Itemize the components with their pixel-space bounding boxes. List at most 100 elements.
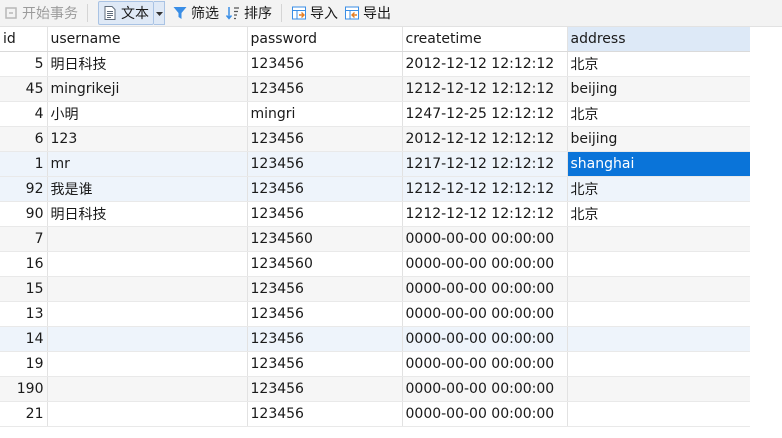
cell-address[interactable]: 北京 — [567, 101, 751, 127]
cell-address[interactable]: beijing — [567, 76, 751, 102]
cell-id[interactable]: 4 — [0, 101, 48, 127]
cell-address[interactable] — [567, 226, 751, 252]
cell-address[interactable] — [567, 326, 751, 352]
cell-address[interactable] — [567, 301, 751, 327]
cell-id[interactable]: 13 — [0, 301, 48, 327]
cell-password[interactable]: 123456 — [247, 151, 403, 177]
cell-address[interactable] — [567, 276, 751, 302]
export-button[interactable]: 导出 — [341, 1, 394, 25]
begin-transaction-button[interactable]: 开始事务 — [0, 1, 81, 25]
cell-password[interactable]: 123456 — [247, 76, 403, 102]
table-row[interactable]: 13 123456 0000-00-00 00:00:00 — [0, 301, 751, 327]
cell-password[interactable]: 123456 — [247, 376, 403, 402]
cell-password[interactable]: 123456 — [247, 301, 403, 327]
cell-username[interactable] — [47, 301, 248, 327]
column-header-username[interactable]: username — [47, 27, 248, 52]
cell-address[interactable] — [567, 251, 751, 277]
table-row[interactable]: 16 1234560 0000-00-00 00:00:00 — [0, 251, 751, 277]
table-row[interactable]: 90 明日科技 123456 1212-12-12 12:12:12 北京 — [0, 201, 751, 227]
cell-id[interactable]: 90 — [0, 201, 48, 227]
cell-password[interactable]: 123456 — [247, 126, 403, 152]
cell-username[interactable] — [47, 376, 248, 402]
cell-createtime[interactable]: 1212-12-12 12:12:12 — [402, 201, 568, 227]
cell-id[interactable]: 19 — [0, 351, 48, 377]
cell-username[interactable] — [47, 326, 248, 352]
cell-username[interactable] — [47, 401, 248, 427]
table-row[interactable]: 92 我是谁 123456 1212-12-12 12:12:12 北京 — [0, 176, 751, 202]
cell-createtime[interactable]: 0000-00-00 00:00:00 — [402, 226, 568, 252]
text-view-dropdown[interactable] — [154, 1, 165, 25]
table-row[interactable]: 21 123456 0000-00-00 00:00:00 — [0, 401, 751, 427]
text-view-button[interactable]: 文本 — [98, 1, 154, 25]
table-row[interactable]: 14 123456 0000-00-00 00:00:00 — [0, 326, 751, 352]
sort-button[interactable]: 排序 — [222, 1, 275, 25]
cell-password[interactable]: 123456 — [247, 51, 403, 77]
cell-createtime[interactable]: 2012-12-12 12:12:12 — [402, 51, 568, 77]
table-row[interactable]: 19 123456 0000-00-00 00:00:00 — [0, 351, 751, 377]
cell-createtime[interactable]: 1212-12-12 12:12:12 — [402, 176, 568, 202]
cell-createtime[interactable]: 0000-00-00 00:00:00 — [402, 276, 568, 302]
import-button[interactable]: 导入 — [288, 1, 341, 25]
cell-createtime[interactable]: 0000-00-00 00:00:00 — [402, 251, 568, 277]
cell-address[interactable]: 北京 — [567, 176, 751, 202]
table-row[interactable]: 4 小明 mingri 1247-12-25 12:12:12 北京 — [0, 101, 751, 127]
cell-password[interactable]: 123456 — [247, 276, 403, 302]
cell-id[interactable]: 190 — [0, 376, 48, 402]
table-row[interactable]: 45 mingrikeji 123456 1212-12-12 12:12:12… — [0, 76, 751, 102]
selected-cell-address[interactable]: shanghai — [567, 151, 751, 177]
cell-password[interactable]: 123456 — [247, 326, 403, 352]
cell-createtime[interactable]: 0000-00-00 00:00:00 — [402, 401, 568, 427]
table-row[interactable]: 6 123 123456 2012-12-12 12:12:12 beijing — [0, 126, 751, 152]
cell-createtime[interactable]: 1217-12-12 12:12:12 — [402, 151, 568, 177]
column-header-id[interactable]: id — [0, 27, 48, 52]
cell-username[interactable]: mingrikeji — [47, 76, 248, 102]
cell-password[interactable]: 123456 — [247, 401, 403, 427]
cell-address[interactable] — [567, 376, 751, 402]
cell-id[interactable]: 1 — [0, 151, 48, 177]
cell-username[interactable]: 我是谁 — [47, 176, 248, 202]
cell-id[interactable]: 7 — [0, 226, 48, 252]
cell-id[interactable]: 21 — [0, 401, 48, 427]
cell-createtime[interactable]: 0000-00-00 00:00:00 — [402, 376, 568, 402]
table-row[interactable]: 15 123456 0000-00-00 00:00:00 — [0, 276, 751, 302]
cell-username[interactable]: mr — [47, 151, 248, 177]
cell-createtime[interactable]: 2012-12-12 12:12:12 — [402, 126, 568, 152]
cell-username[interactable] — [47, 226, 248, 252]
filter-button[interactable]: 筛选 — [169, 1, 222, 25]
cell-id[interactable]: 16 — [0, 251, 48, 277]
cell-username[interactable]: 明日科技 — [47, 201, 248, 227]
cell-username[interactable]: 123 — [47, 126, 248, 152]
column-header-address[interactable]: address — [567, 27, 751, 52]
cell-address[interactable]: 北京 — [567, 51, 751, 77]
cell-createtime[interactable]: 1247-12-25 12:12:12 — [402, 101, 568, 127]
cell-createtime[interactable]: 1212-12-12 12:12:12 — [402, 76, 568, 102]
cell-password[interactable]: mingri — [247, 101, 403, 127]
cell-username[interactable] — [47, 276, 248, 302]
cell-createtime[interactable]: 0000-00-00 00:00:00 — [402, 301, 568, 327]
cell-username[interactable] — [47, 251, 248, 277]
cell-username[interactable]: 小明 — [47, 101, 248, 127]
cell-id[interactable]: 5 — [0, 51, 48, 77]
table-row[interactable]: 5 明日科技 123456 2012-12-12 12:12:12 北京 — [0, 51, 751, 77]
column-header-createtime[interactable]: createtime — [402, 27, 568, 52]
table-row[interactable]: 190 123456 0000-00-00 00:00:00 — [0, 376, 751, 402]
cell-id[interactable]: 92 — [0, 176, 48, 202]
cell-id[interactable]: 45 — [0, 76, 48, 102]
cell-address[interactable]: 北京 — [567, 201, 751, 227]
cell-password[interactable]: 123456 — [247, 351, 403, 377]
cell-password[interactable]: 123456 — [247, 176, 403, 202]
cell-password[interactable]: 123456 — [247, 201, 403, 227]
table-row[interactable]: 7 1234560 0000-00-00 00:00:00 — [0, 226, 751, 252]
cell-address[interactable] — [567, 351, 751, 377]
cell-createtime[interactable]: 0000-00-00 00:00:00 — [402, 351, 568, 377]
cell-username[interactable]: 明日科技 — [47, 51, 248, 77]
cell-id[interactable]: 6 — [0, 126, 48, 152]
cell-username[interactable] — [47, 351, 248, 377]
cell-password[interactable]: 1234560 — [247, 251, 403, 277]
cell-id[interactable]: 15 — [0, 276, 48, 302]
cell-address[interactable]: beijing — [567, 126, 751, 152]
table-row-selected[interactable]: 1 mr 123456 1217-12-12 12:12:12 shanghai — [0, 151, 751, 177]
cell-address[interactable] — [567, 401, 751, 427]
cell-password[interactable]: 1234560 — [247, 226, 403, 252]
column-header-password[interactable]: password — [247, 27, 403, 52]
